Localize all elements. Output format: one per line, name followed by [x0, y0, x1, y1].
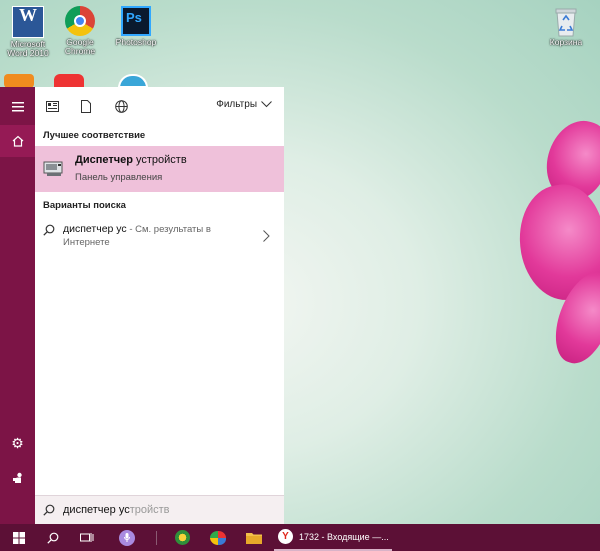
globe-icon [114, 99, 128, 113]
hamburger-menu-button[interactable] [0, 91, 35, 123]
desktop-icon-label: Google Chrome [64, 37, 96, 56]
apps-icon [45, 100, 59, 112]
search-icon [43, 504, 55, 516]
search-icon [43, 224, 55, 236]
feedback-button[interactable] [0, 462, 35, 494]
chrome-icon [65, 6, 95, 36]
feedback-icon [12, 472, 22, 483]
start-menu-rail: ⚙ [0, 87, 35, 524]
chevron-down-icon [261, 101, 272, 108]
document-icon [81, 99, 91, 113]
search-input-text: диспетчер ус [63, 504, 130, 516]
best-match-title-bold: Диспетчер [75, 154, 133, 166]
best-match-subtitle: Панель управления [75, 172, 163, 183]
chevron-right-icon[interactable] [263, 230, 270, 242]
task-view-button[interactable] [72, 524, 102, 551]
search-box[interactable]: диспетчер устройств [35, 495, 284, 525]
search-toolbar: Фильтры [35, 87, 284, 125]
taskbar-app-explorer[interactable] [240, 524, 268, 551]
desktop-icon-label: Photoshop [115, 37, 157, 47]
desktop-icon-word[interactable]: W Microsoft Word 2010 [0, 6, 56, 58]
windows-icon [13, 531, 25, 544]
desktop-icon-partial[interactable] [118, 74, 148, 88]
filters-label: Фильтры [216, 99, 257, 110]
photoshop-icon: Ps [121, 6, 151, 36]
recycle-bin-icon [551, 6, 581, 37]
desktop-icon-label: Microsoft Word 2010 [7, 39, 49, 58]
start-button[interactable] [4, 524, 34, 551]
task-view-icon [80, 533, 94, 542]
folder-icon [246, 533, 262, 544]
taskbar-app-nvidia[interactable] [168, 524, 196, 551]
suggestion-hint-line2: Интернете [63, 237, 110, 248]
documents-filter-button[interactable] [77, 97, 95, 115]
taskbar-app-paint[interactable] [204, 524, 232, 551]
desktop-icon-label: Корзина [549, 37, 583, 47]
word-icon: W [12, 6, 44, 38]
paint-palette-icon [210, 530, 226, 545]
gear-icon: ⚙ [11, 435, 24, 451]
settings-button[interactable]: ⚙ [0, 427, 35, 459]
filters-dropdown[interactable]: Фильтры [216, 99, 272, 110]
cortana-mic-button[interactable] [116, 524, 138, 551]
web-suggestion-item[interactable]: диспетчер ус - См. результаты в Интернет… [35, 218, 284, 256]
best-match-header: Лучшее соответствие [43, 130, 146, 141]
shield-app-icon [174, 530, 190, 545]
device-manager-icon [43, 161, 63, 176]
hamburger-icon [11, 102, 24, 112]
suggestions-header: Варианты поиска [43, 200, 126, 211]
search-results-panel: Фильтры Лучшее соответствие Диспетчер ус… [35, 87, 284, 495]
desktop-icon-partial[interactable] [54, 74, 84, 88]
search-icon [47, 532, 59, 544]
desktop-icon-partial[interactable] [4, 74, 34, 88]
home-button[interactable] [0, 125, 35, 157]
best-match-title-rest: устройств [132, 154, 187, 166]
home-icon [12, 135, 23, 147]
suggestion-query: диспетчер ус [63, 223, 127, 235]
web-filter-button[interactable] [112, 97, 130, 115]
desktop-icon-photoshop[interactable]: Ps Photoshop [108, 6, 164, 47]
suggestion-hint: - См. результаты в [126, 224, 211, 235]
taskbar-window-label: 1732 - Входящие —... [299, 531, 389, 542]
best-match-result[interactable]: Диспетчер устройств Панель управления [35, 146, 284, 192]
search-input-completion: тройств [129, 504, 170, 516]
taskbar-search-button[interactable] [38, 524, 68, 551]
apps-filter-button[interactable] [43, 97, 61, 115]
taskbar-window-browser[interactable]: Y 1732 - Входящие —... [274, 524, 392, 551]
yandex-browser-icon: Y [278, 529, 293, 544]
taskbar-divider [156, 531, 157, 545]
desktop-icon-chrome[interactable]: Google Chrome [52, 6, 108, 56]
desktop-icon-recycle-bin[interactable]: Корзина [538, 6, 594, 47]
microphone-icon [119, 529, 135, 546]
taskbar: Y 1732 - Входящие —... [0, 524, 600, 551]
